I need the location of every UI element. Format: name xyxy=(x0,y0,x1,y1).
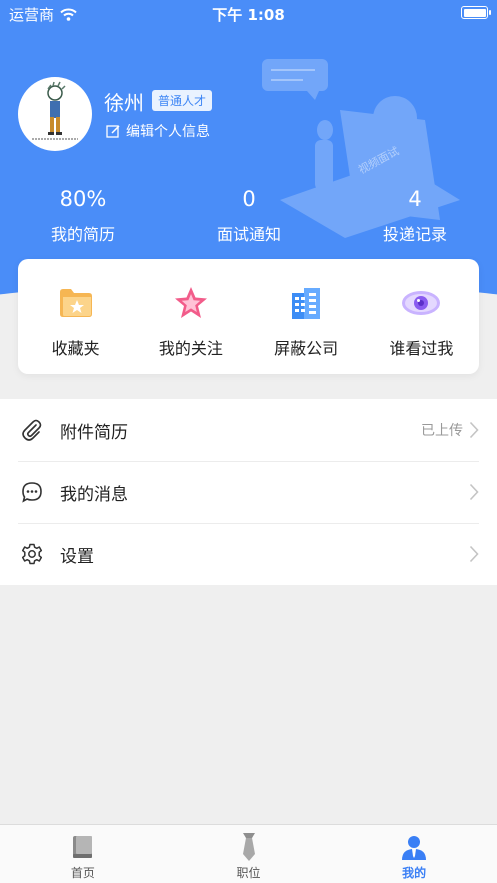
stats-row: 80% 我的简历 0 面试通知 4 投递记录 xyxy=(0,186,497,245)
avatar-illustration xyxy=(32,81,78,140)
stat-label: 我的简历 xyxy=(50,225,115,244)
menu-label: 设置 xyxy=(60,546,94,567)
action-label: 谁看过我 xyxy=(389,339,454,358)
quick-actions-card: 收藏夹 我的关注 屏蔽公司 谁看过我 xyxy=(18,259,479,374)
paperclip-icon xyxy=(20,418,44,442)
action-label: 屏蔽公司 xyxy=(274,339,339,358)
tab-jobs[interactable]: 职位 xyxy=(166,825,332,883)
tab-label: 职位 xyxy=(236,866,261,880)
user-icon xyxy=(399,832,429,862)
chat-bubble-icon xyxy=(20,480,44,504)
status-time: 下午 1:08 xyxy=(212,6,285,24)
profile-header: 视频面试 xyxy=(0,0,497,300)
edit-profile-label: 编辑个人信息 xyxy=(126,124,210,140)
action-label: 收藏夹 xyxy=(51,339,100,358)
chevron-right-icon xyxy=(469,483,479,501)
tab-label: 我的 xyxy=(402,866,427,880)
status-bar: 运营商 下午 1:08 xyxy=(0,0,497,26)
stat-interviews[interactable]: 0 面试通知 xyxy=(166,186,332,245)
bottom-tab-bar: 首页 职位 我的 xyxy=(0,824,497,883)
menu-right xyxy=(469,523,479,585)
talent-badge: 普通人才 xyxy=(152,90,213,111)
upload-status: 已上传 xyxy=(421,423,463,439)
settings-menu: 附件简历 已上传 我的消息 设置 xyxy=(0,399,497,585)
folder-star-icon xyxy=(56,285,96,321)
avatar[interactable] xyxy=(18,77,92,151)
action-label: 我的关注 xyxy=(158,339,223,358)
menu-settings[interactable]: 设置 xyxy=(0,523,497,585)
action-favorites[interactable]: 收藏夹 xyxy=(18,259,133,374)
action-blocked-companies[interactable]: 屏蔽公司 xyxy=(249,259,364,374)
edit-icon xyxy=(106,124,120,138)
menu-my-messages[interactable]: 我的消息 xyxy=(0,461,497,523)
tab-home[interactable]: 首页 xyxy=(0,825,166,883)
menu-right: 已上传 xyxy=(421,399,479,461)
menu-label: 我的消息 xyxy=(60,484,128,505)
stat-value: 0 xyxy=(242,187,256,211)
eye-icon xyxy=(401,285,441,321)
action-who-viewed-me[interactable]: 谁看过我 xyxy=(364,259,479,374)
menu-label: 附件简历 xyxy=(60,422,128,443)
stat-value: 4 xyxy=(408,187,422,211)
stat-label: 面试通知 xyxy=(216,225,281,244)
chevron-right-icon xyxy=(469,545,479,563)
building-icon xyxy=(286,285,326,321)
battery-icon xyxy=(461,6,491,19)
stat-label: 投递记录 xyxy=(382,225,447,244)
book-icon xyxy=(68,832,98,862)
stat-resume[interactable]: 80% 我的简历 xyxy=(0,186,166,245)
tie-icon xyxy=(234,832,264,862)
stat-applications[interactable]: 4 投递记录 xyxy=(332,186,497,245)
gear-icon xyxy=(20,542,44,566)
chevron-right-icon xyxy=(469,421,479,439)
stat-value: 80% xyxy=(59,187,107,211)
action-following[interactable]: 我的关注 xyxy=(133,259,248,374)
tab-mine[interactable]: 我的 xyxy=(331,825,497,883)
tab-label: 首页 xyxy=(70,866,95,880)
menu-attachment-resume[interactable]: 附件简历 已上传 xyxy=(0,399,497,461)
menu-right xyxy=(469,461,479,523)
edit-profile-link[interactable]: 编辑个人信息 xyxy=(106,121,210,141)
user-name: 徐州 xyxy=(104,91,144,115)
star-icon xyxy=(171,285,211,321)
